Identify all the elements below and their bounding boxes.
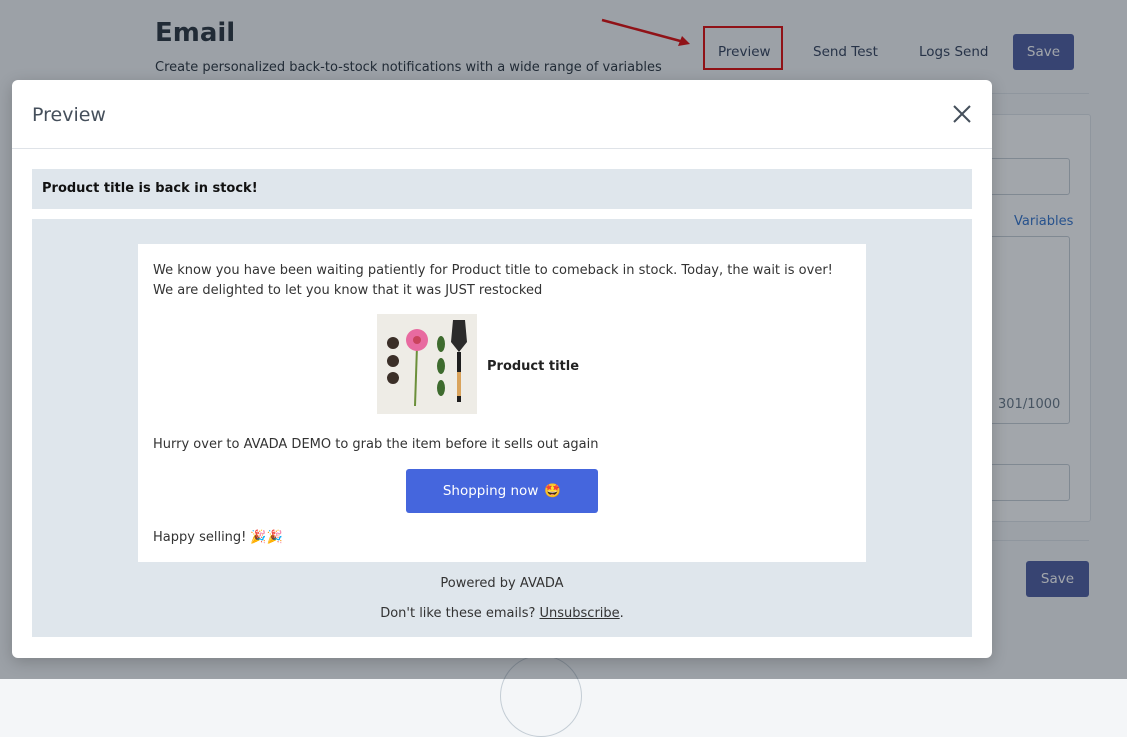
email-subject: Product title is back in stock!: [42, 181, 258, 196]
email-sign-off: Happy selling! 🎉🎉: [153, 530, 283, 545]
email-card: We know you have been waiting patiently …: [138, 244, 866, 562]
unsubscribe-prefix: Don't like these emails?: [380, 606, 540, 621]
powered-by-text: Powered by AVADA: [440, 576, 564, 591]
email-intro-text: We know you have been waiting patiently …: [153, 263, 833, 298]
unsubscribe-line: Don't like these emails? Unsubscribe.: [32, 606, 972, 621]
preview-modal: Preview Product title is back in stock! …: [12, 80, 992, 658]
shopping-now-button[interactable]: Shopping now 🤩: [406, 469, 598, 513]
party-popper-icon: 🎉🎉: [250, 530, 283, 545]
product-image: [377, 314, 477, 414]
email-body-container: We know you have been waiting patiently …: [32, 219, 972, 637]
modal-header: Preview: [12, 80, 992, 149]
email-hurry-text: Hurry over to AVADA DEMO to grab the ite…: [153, 437, 599, 452]
sign-off-text: Happy selling!: [153, 530, 247, 545]
shopping-now-label: Shopping now: [442, 483, 539, 499]
unsubscribe-link[interactable]: Unsubscribe: [540, 606, 620, 621]
star-eyes-emoji-icon: 🤩: [544, 483, 562, 499]
flower-garden-image-icon: [377, 314, 477, 414]
product-title: Product title: [487, 359, 580, 374]
unsubscribe-suffix: .: [619, 606, 624, 621]
modal-title: Preview: [32, 104, 106, 126]
email-subject-bar: Product title is back in stock!: [32, 169, 972, 209]
close-button[interactable]: [950, 102, 974, 126]
close-icon: [953, 105, 971, 123]
